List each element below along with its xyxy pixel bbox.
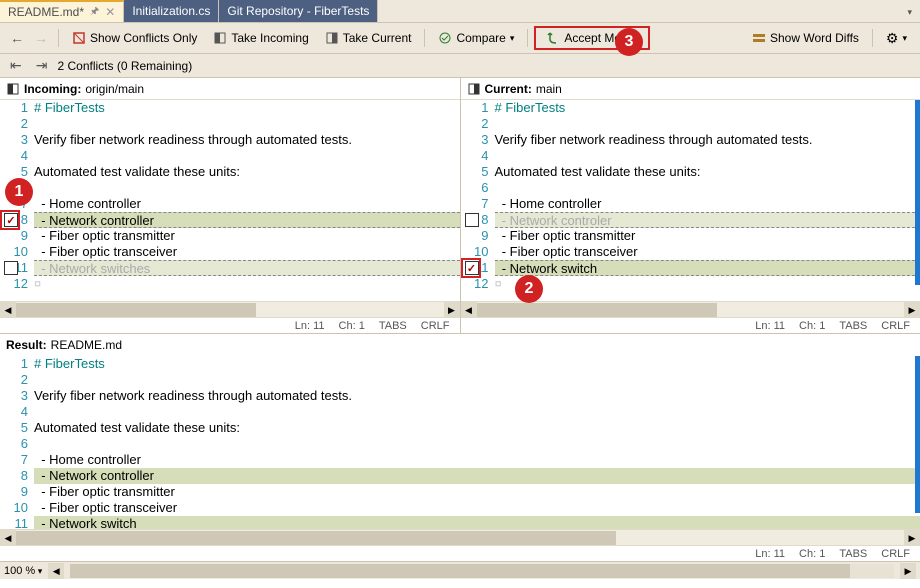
result-statusbar: Ln: 11 Ch: 1 TABS CRLF: [0, 545, 920, 561]
take-incoming-button[interactable]: Take Incoming: [206, 27, 315, 49]
tab-label: Git Repository - FiberTests: [227, 4, 369, 18]
scroll-right-arrow[interactable]: ▶: [904, 302, 920, 318]
close-icon[interactable]: ✕: [105, 5, 115, 19]
pane-icon: [6, 82, 20, 96]
vertical-scroll-indicator[interactable]: [915, 100, 920, 285]
incoming-statusbar: Ln: 11 Ch: 1 TABS CRLF: [0, 317, 460, 333]
word-diffs-icon: [752, 31, 766, 45]
line-gutter: 123456789101112: [0, 356, 34, 529]
back-button[interactable]: ←: [6, 28, 28, 48]
pane-icon: [467, 82, 481, 96]
conflict-checkbox-4[interactable]: [465, 261, 479, 275]
scroll-right-arrow[interactable]: ▶: [904, 530, 920, 546]
merge-toolbar: ← → Show Conflicts Only Take Incoming Ta…: [0, 22, 920, 54]
next-conflict-button[interactable]: ⇥: [32, 55, 52, 76]
conflict-count-label: 2 Conflicts (0 Remaining): [57, 59, 192, 73]
take-current-icon: [325, 31, 339, 45]
editor-footer: 100 % ◀ ▶: [0, 561, 920, 579]
tab-initialization[interactable]: Initialization.cs: [124, 0, 219, 22]
scroll-right-arrow[interactable]: ▶: [900, 563, 916, 579]
conflict-checkbox-1[interactable]: [4, 213, 18, 227]
horizontal-scrollbar[interactable]: ◀ ▶: [0, 529, 920, 545]
tab-label: Initialization.cs: [132, 4, 210, 18]
result-code[interactable]: 123456789101112 # FiberTests Verify fibe…: [0, 356, 920, 529]
split-diff-container: Incoming: origin/main 123456789101112 # …: [0, 78, 920, 334]
take-current-button[interactable]: Take Current: [318, 27, 419, 49]
scroll-left-arrow[interactable]: ◀: [48, 563, 64, 579]
incoming-pane: Incoming: origin/main 123456789101112 # …: [0, 78, 461, 333]
forward-button: →: [30, 28, 52, 48]
code-lines: # FiberTests Verify fiber network readin…: [495, 100, 920, 301]
current-statusbar: Ln: 11 Ch: 1 TABS CRLF: [461, 317, 920, 333]
horizontal-scrollbar[interactable]: ◀ ▶: [0, 301, 460, 317]
result-header: Result: README.md: [0, 334, 920, 356]
gear-icon: ⚙: [886, 30, 899, 47]
tab-readme[interactable]: README.md* 🖈 ✕: [0, 0, 124, 22]
take-incoming-icon: [213, 31, 227, 45]
callout-2: 2: [515, 275, 543, 303]
first-conflict-button[interactable]: ⇤: [6, 55, 26, 76]
incoming-header: Incoming: origin/main: [0, 78, 460, 100]
tab-label: README.md*: [8, 5, 84, 19]
conflict-checkbox-2[interactable]: [4, 261, 18, 275]
current-header: Current: main: [461, 78, 920, 100]
current-code[interactable]: 123456789101112 # FiberTests Verify fibe…: [461, 100, 920, 301]
conflict-checkbox-3[interactable]: [465, 213, 479, 227]
tab-overflow-dropdown[interactable]: [899, 0, 920, 22]
horizontal-scrollbar[interactable]: ◀ ▶: [461, 301, 920, 317]
code-lines: # FiberTests Verify fiber network readin…: [34, 356, 920, 529]
callout-1: 1: [5, 178, 33, 206]
merge-icon: [546, 31, 560, 45]
conflicts-icon: [72, 31, 86, 45]
compare-dropdown[interactable]: Compare: [431, 27, 521, 49]
callout-3: 3: [615, 28, 643, 56]
show-conflicts-only-button[interactable]: Show Conflicts Only: [65, 27, 204, 49]
scroll-left-arrow[interactable]: ◀: [461, 302, 477, 318]
incoming-code[interactable]: 123456789101112 # FiberTests Verify fibe…: [0, 100, 460, 301]
compare-icon: [438, 31, 452, 45]
conflict-navigation-bar: ⇤ ⇥ 2 Conflicts (0 Remaining): [0, 54, 920, 78]
show-word-diffs-button[interactable]: Show Word Diffs: [745, 27, 866, 49]
scroll-left-arrow[interactable]: ◀: [0, 530, 16, 546]
scroll-right-arrow[interactable]: ▶: [444, 302, 460, 318]
vertical-scroll-indicator[interactable]: [915, 356, 920, 513]
pin-icon[interactable]: 🖈: [90, 4, 99, 21]
zoom-dropdown[interactable]: 100 %: [4, 565, 42, 577]
result-pane: Result: README.md 123456789101112 # Fibe…: [0, 334, 920, 561]
document-tabs: README.md* 🖈 ✕ Initialization.cs Git Rep…: [0, 0, 920, 22]
code-lines: # FiberTests Verify fiber network readin…: [34, 100, 460, 301]
settings-button[interactable]: ⚙: [879, 26, 914, 51]
tab-git-repository[interactable]: Git Repository - FiberTests: [219, 0, 378, 22]
scroll-left-arrow[interactable]: ◀: [0, 302, 16, 318]
